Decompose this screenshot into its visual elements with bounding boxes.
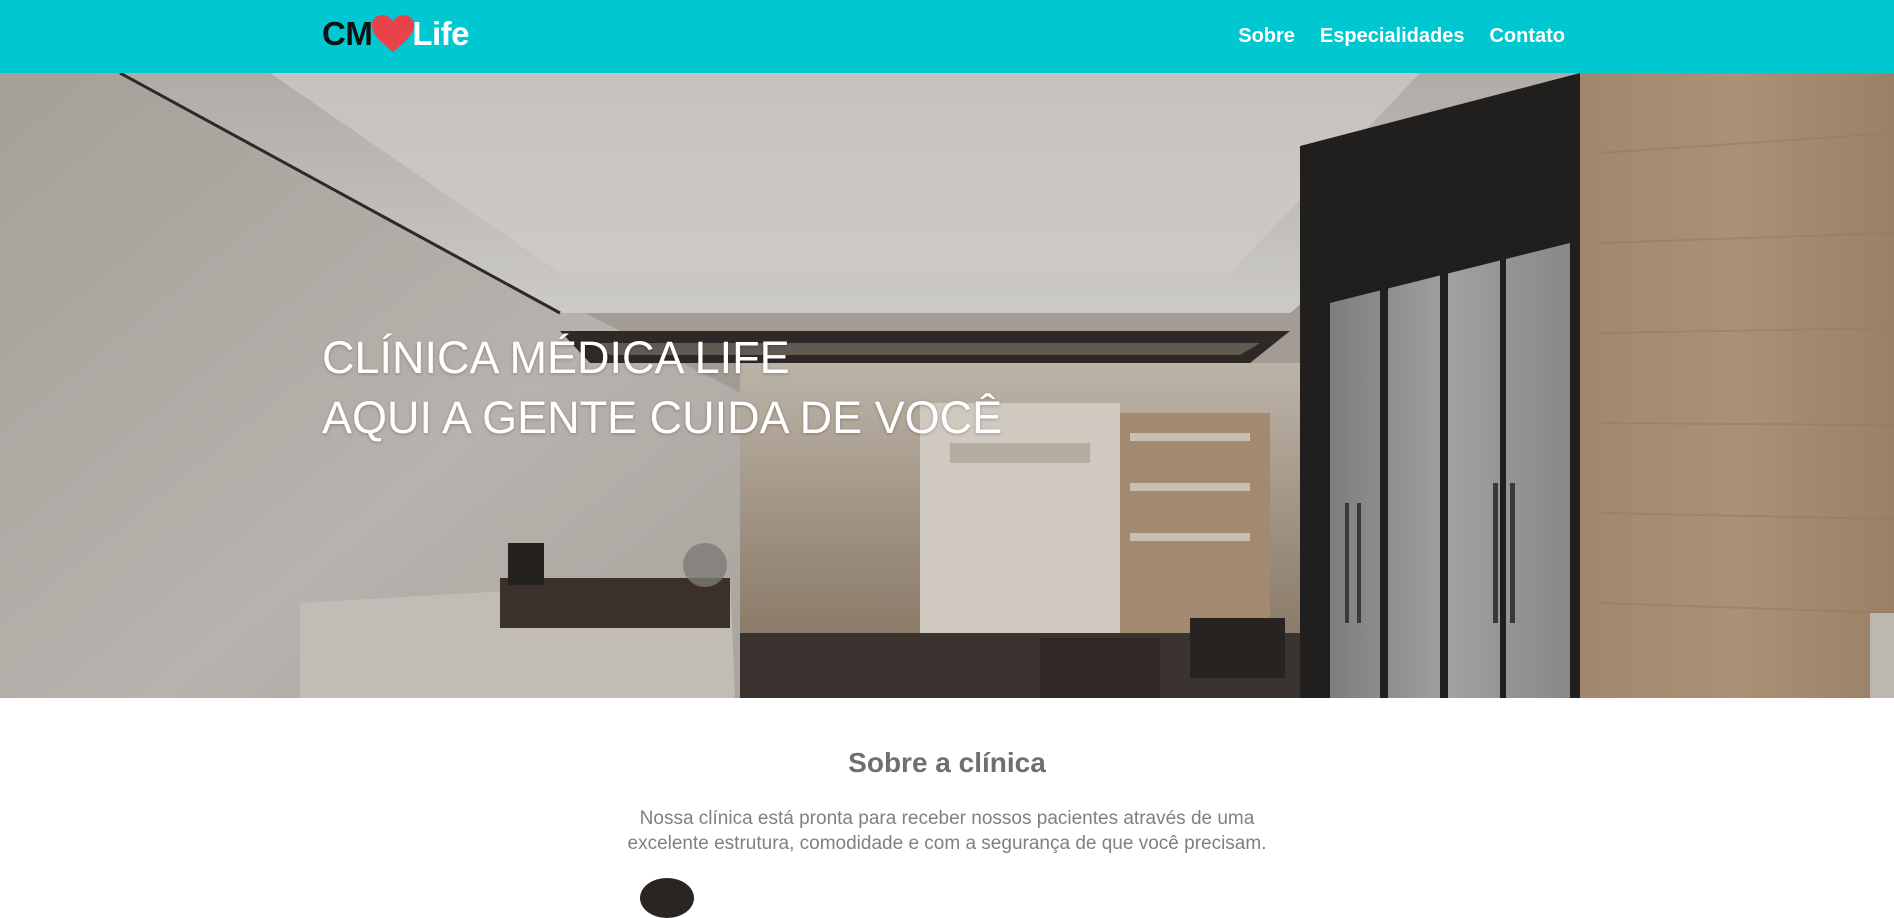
hero-title: CLÍNICA MÉDICA LIFE AQUI A GENTE CUIDA D…: [322, 328, 1002, 448]
main-nav: Sobre Especialidades Contato: [1238, 22, 1565, 50]
logo-link[interactable]: CM Life: [322, 14, 469, 54]
logo-suffix: Life: [412, 15, 469, 52]
hero-title-line-2: AQUI A GENTE CUIDA DE VOCÊ: [322, 392, 1003, 443]
heart-icon: [372, 15, 415, 52]
about-title: Sobre a clínica: [848, 747, 1046, 778]
nav-link-sobre[interactable]: Sobre: [1238, 22, 1295, 50]
nav-link-especialidades[interactable]: Especialidades: [1320, 22, 1465, 50]
hero-banner: CLÍNICA MÉDICA LIFE AQUI A GENTE CUIDA D…: [0, 73, 1894, 698]
doctor-photo: [640, 878, 694, 918]
logo-prefix: CM: [322, 15, 373, 52]
nav-link-contato[interactable]: Contato: [1489, 22, 1565, 50]
about-text: Nossa clínica está pronta para receber n…: [627, 808, 1267, 854]
hero-title-line-1: CLÍNICA MÉDICA LIFE: [322, 332, 790, 383]
site-header: CM Life Sobre Especialidades Contato: [0, 0, 1894, 73]
